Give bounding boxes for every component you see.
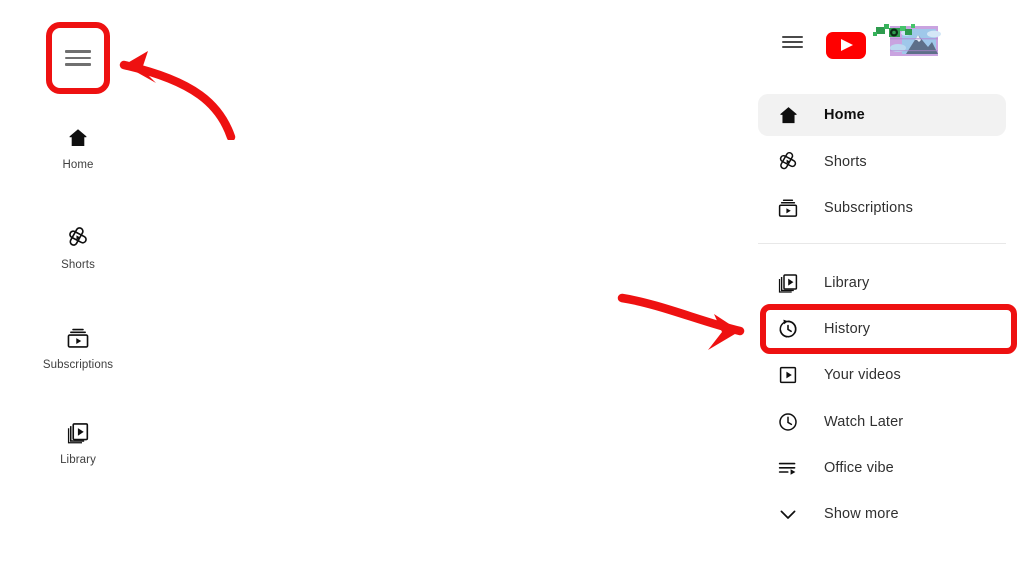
screenshot-canvas: Home Shorts Subscriptions Library Home S… xyxy=(0,0,1024,576)
mini-sidebar-label-shorts: Shorts xyxy=(61,259,95,271)
home-icon xyxy=(776,103,800,127)
panel-nav-label-library: Library xyxy=(824,275,870,291)
mini-sidebar-hamburger-button[interactable] xyxy=(52,30,104,86)
panel-nav-item-shorts[interactable]: Shorts xyxy=(758,141,1006,183)
youtube-logo-link[interactable] xyxy=(826,31,866,59)
panel-nav-item-show-more[interactable]: Show more xyxy=(758,493,1006,535)
panel-nav-item-subscriptions[interactable]: Subscriptions xyxy=(758,187,1006,229)
panel-nav-label-shorts: Shorts xyxy=(824,154,867,170)
annotation-arrow-history xyxy=(617,293,745,350)
panel-nav-label-office-vibe: Office vibe xyxy=(824,460,894,476)
hamburger-menu-icon xyxy=(65,46,91,71)
panel-nav-label-home: Home xyxy=(824,107,865,123)
panel-nav-label-history: History xyxy=(824,321,871,337)
panel-nav-item-home[interactable]: Home xyxy=(758,94,1006,136)
mini-sidebar-item-home[interactable]: Home xyxy=(8,125,148,172)
shorts-icon xyxy=(776,150,800,174)
subscriptions-icon xyxy=(776,196,800,220)
panel-nav-item-library[interactable]: Library xyxy=(758,262,1006,304)
mini-sidebar-item-shorts[interactable]: Shorts xyxy=(8,225,148,272)
library-icon xyxy=(65,420,91,446)
playlist-icon xyxy=(776,456,800,480)
panel-nav-label-show-more: Show more xyxy=(824,506,899,522)
mini-sidebar-item-library[interactable]: Library xyxy=(8,420,148,467)
panel-divider xyxy=(758,243,1006,244)
panel-hamburger-button[interactable] xyxy=(772,22,812,62)
panel-nav-label-watch-later: Watch Later xyxy=(824,414,904,430)
youtube-play-badge-icon xyxy=(826,31,866,59)
history-clock-icon xyxy=(776,317,800,341)
panel-nav-item-office-vibe[interactable]: Office vibe xyxy=(758,447,1006,489)
clock-icon xyxy=(776,410,800,434)
mini-sidebar: Home Shorts Subscriptions Library xyxy=(0,0,155,576)
mini-sidebar-item-subscriptions[interactable]: Subscriptions xyxy=(8,325,148,372)
broken-image-placeholder-icon xyxy=(868,20,948,62)
expanded-sidebar-panel: Home Shorts Subscriptions Library Histor… xyxy=(748,0,1024,576)
mini-sidebar-label-library: Library xyxy=(60,454,96,466)
library-icon xyxy=(776,271,800,295)
hamburger-menu-icon xyxy=(781,32,803,51)
panel-nav-item-your-videos[interactable]: Your videos xyxy=(758,354,1006,396)
your-videos-icon xyxy=(776,363,800,387)
panel-nav-item-history[interactable]: History xyxy=(758,308,1006,350)
mini-sidebar-label-home: Home xyxy=(62,159,94,171)
subscriptions-icon xyxy=(65,325,91,351)
home-icon xyxy=(65,125,91,151)
panel-nav-label-your-videos: Your videos xyxy=(824,367,901,383)
shorts-icon xyxy=(65,225,91,251)
panel-nav-label-subscriptions: Subscriptions xyxy=(824,200,913,216)
mini-sidebar-label-subscriptions: Subscriptions xyxy=(42,359,114,371)
panel-nav-item-watch-later[interactable]: Watch Later xyxy=(758,401,1006,443)
chevron-down-icon xyxy=(776,502,800,526)
